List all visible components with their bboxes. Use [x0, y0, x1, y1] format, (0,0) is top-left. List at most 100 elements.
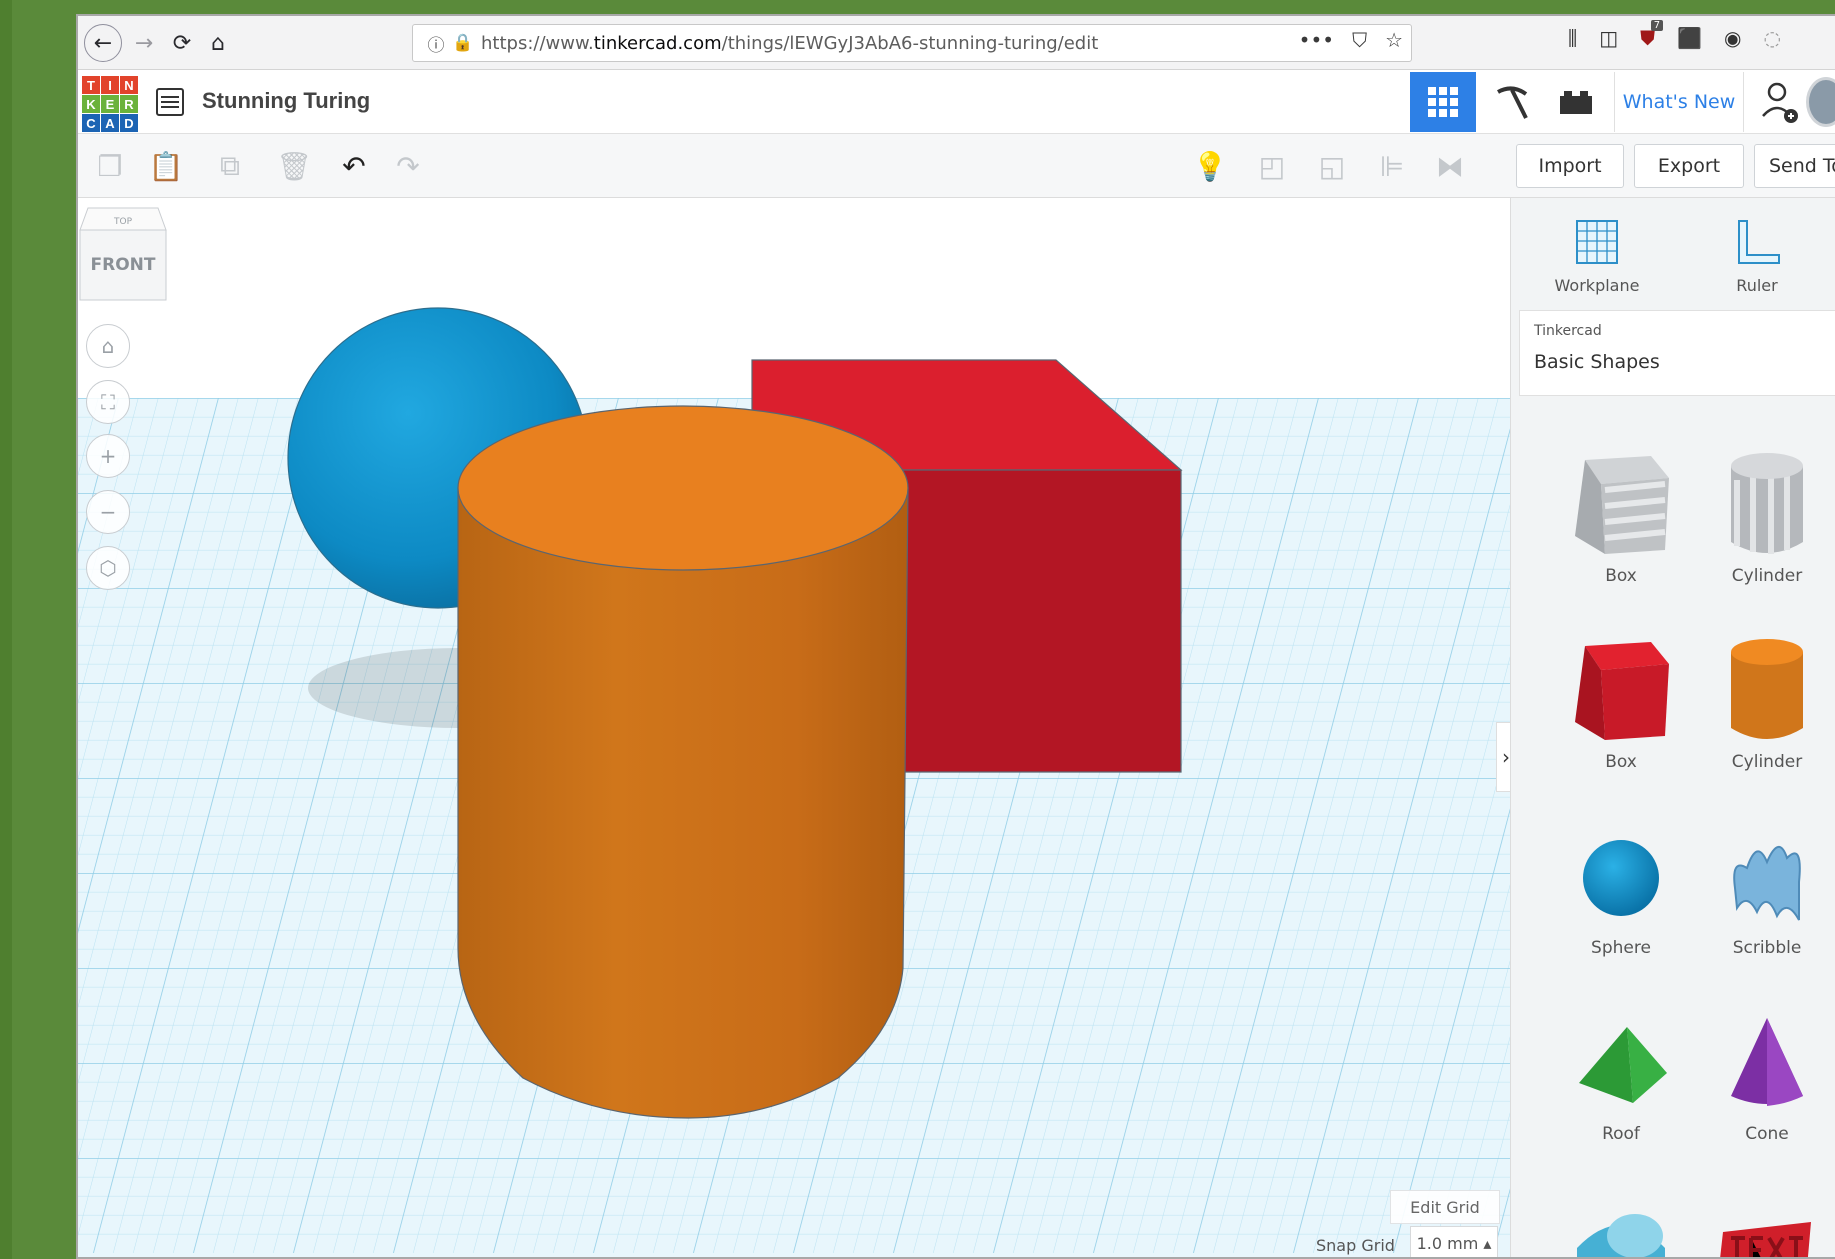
delete-button[interactable]: 🗑: [272, 144, 316, 188]
desktop-background: [0, 0, 12, 1259]
shape-label: Roof: [1602, 1124, 1640, 1144]
home-view-button[interactable]: ⌂: [86, 324, 130, 368]
shape-label: Cylinder: [1731, 752, 1803, 772]
shape-cylinder[interactable]: Cylinder: [1697, 632, 1835, 772]
extension-icon[interactable]: ◉: [1724, 26, 1741, 50]
pdf-icon[interactable]: ⬛: [1677, 26, 1702, 50]
duplicate-button[interactable]: ⧉: [208, 144, 252, 188]
ublock-icon[interactable]: ⛊ 7: [1640, 20, 1664, 50]
shape-box-hole[interactable]: Box: [1551, 446, 1691, 586]
shape-scribble[interactable]: Scribble: [1697, 818, 1835, 958]
minus-icon: −: [99, 500, 117, 524]
shape-library-value: Basic Shapes: [1534, 351, 1660, 373]
cylinder-object[interactable]: [457, 405, 909, 1119]
ruler-icon: [1738, 220, 1780, 264]
shape-label: Cylinder: [1731, 566, 1803, 586]
browser-toolbar: ← → ⟳ ⌂ ⓘ 🔒 https://www.tinkercad.com/th…: [78, 16, 1835, 70]
lightbulb-icon[interactable]: 💡: [1188, 144, 1232, 188]
snap-grid-label: Snap Grid: [1316, 1236, 1395, 1255]
address-bar[interactable]: ⓘ 🔒 https://www.tinkercad.com/things/lEW…: [412, 24, 1412, 62]
workplane-tool[interactable]: Workplane: [1537, 214, 1657, 295]
scribble-icon: [1733, 846, 1801, 921]
export-button[interactable]: Export: [1634, 144, 1744, 188]
copy-button[interactable]: ❐: [88, 144, 132, 188]
shape-tube-partial[interactable]: [1551, 1188, 1691, 1257]
site-info-icon[interactable]: ⓘ: [421, 31, 451, 56]
sidebar-icon[interactable]: ◫: [1599, 26, 1618, 50]
workplane-label: Workplane: [1554, 276, 1640, 295]
shape-cone[interactable]: Cone: [1697, 1004, 1835, 1144]
logo-letter: A: [101, 114, 119, 132]
shapes-panel: Workplane Ruler Tinkercad Basic Shapes B…: [1510, 198, 1835, 1257]
zoom-in-button[interactable]: +: [86, 434, 130, 478]
shape-text-partial[interactable]: [1697, 1188, 1835, 1257]
send-to-button[interactable]: Send To: [1754, 144, 1835, 188]
logo-letter: E: [101, 95, 119, 113]
panel-collapse-tab[interactable]: ›: [1496, 722, 1510, 792]
lock-icon: 🔒: [452, 33, 474, 53]
shape-sphere[interactable]: Sphere: [1551, 818, 1691, 958]
import-button[interactable]: Import: [1516, 144, 1624, 188]
shape-cylinder-hole[interactable]: Cylinder: [1697, 446, 1835, 586]
align-button[interactable]: ⊫: [1370, 144, 1414, 188]
ruler-tool[interactable]: Ruler: [1707, 214, 1807, 295]
app-header: TIN KER CAD Stunning Turing What's New: [78, 70, 1835, 134]
blocks-pickaxe-button[interactable]: [1482, 72, 1542, 132]
reload-button[interactable]: ⟳: [164, 25, 200, 61]
shape-roof[interactable]: Roof: [1551, 1004, 1691, 1144]
mirror-button[interactable]: ⧓: [1428, 144, 1472, 188]
browser-window: ← → ⟳ ⌂ ⓘ 🔒 https://www.tinkercad.com/th…: [76, 14, 1835, 1259]
box-hole-icon: [1575, 456, 1669, 554]
group-button[interactable]: ◰: [1250, 144, 1294, 188]
tinkercad-logo[interactable]: TIN KER CAD: [82, 76, 138, 132]
logo-letter: T: [82, 76, 100, 94]
view-cube[interactable]: TOP FRONT: [78, 198, 168, 306]
cylinder-partial-icon: [1577, 1214, 1665, 1257]
invite-user-button[interactable]: [1754, 72, 1804, 132]
cylinder-hole-icon: [1731, 453, 1803, 554]
design-menu-icon[interactable]: [156, 88, 184, 116]
logo-letter: N: [120, 76, 138, 94]
shape-library-select[interactable]: Tinkercad Basic Shapes: [1519, 310, 1835, 396]
project-title[interactable]: Stunning Turing: [202, 88, 370, 114]
library-icon[interactable]: ⫼: [1568, 26, 1577, 50]
cube-icon: ⬡: [99, 556, 117, 580]
scene-canvas[interactable]: [78, 198, 1510, 1259]
3d-design-view-button[interactable]: [1410, 72, 1476, 132]
workplane-viewport[interactable]: TOP FRONT ⌂ ⛶ + − ⬡ Edit Grid Snap Grid …: [78, 198, 1510, 1259]
plus-icon: +: [99, 444, 117, 468]
forward-button[interactable]: →: [126, 25, 162, 61]
pocket-icon[interactable]: ⛉: [1352, 28, 1367, 52]
pickaxe-icon: [1497, 86, 1528, 119]
home-button[interactable]: ⌂: [200, 25, 236, 61]
fit-view-button[interactable]: ⛶: [86, 380, 130, 424]
undo-button[interactable]: ↶: [332, 144, 376, 188]
shape-label: Cone: [1745, 1124, 1789, 1144]
snap-grid-select[interactable]: 1.0 mm ▴: [1410, 1226, 1498, 1257]
ruler-label: Ruler: [1736, 276, 1778, 295]
ortho-view-button[interactable]: ⬡: [86, 546, 130, 590]
redo-button[interactable]: ↷: [386, 144, 430, 188]
bricks-button[interactable]: [1546, 72, 1606, 132]
shape-library-source: Tinkercad: [1534, 323, 1602, 339]
shape-label: Box: [1605, 752, 1637, 772]
add-user-icon: [1762, 82, 1798, 123]
ublock-count-badge: 7: [1650, 20, 1664, 31]
back-button[interactable]: ←: [84, 24, 122, 62]
paste-button[interactable]: 📋: [144, 144, 188, 188]
bookmark-star-icon[interactable]: ☆: [1385, 28, 1403, 52]
zoom-out-button[interactable]: −: [86, 490, 130, 534]
ungroup-button[interactable]: ◱: [1310, 144, 1354, 188]
page-actions-icon[interactable]: •••: [1299, 28, 1334, 52]
url-text: https://www.tinkercad.com/things/lEWGyJ3…: [481, 32, 1099, 54]
fit-icon: ⛶: [101, 390, 115, 414]
logo-letter: I: [101, 76, 119, 94]
box-icon: [1575, 642, 1669, 740]
avatar[interactable]: [1806, 72, 1835, 132]
extension-icon-2[interactable]: ◌: [1763, 26, 1780, 50]
shape-box[interactable]: Box: [1551, 632, 1691, 772]
edit-grid-button[interactable]: Edit Grid: [1390, 1190, 1500, 1224]
home-icon: ⌂: [101, 334, 115, 358]
logo-letter: D: [120, 114, 138, 132]
whats-new-link[interactable]: What's New: [1614, 72, 1744, 132]
